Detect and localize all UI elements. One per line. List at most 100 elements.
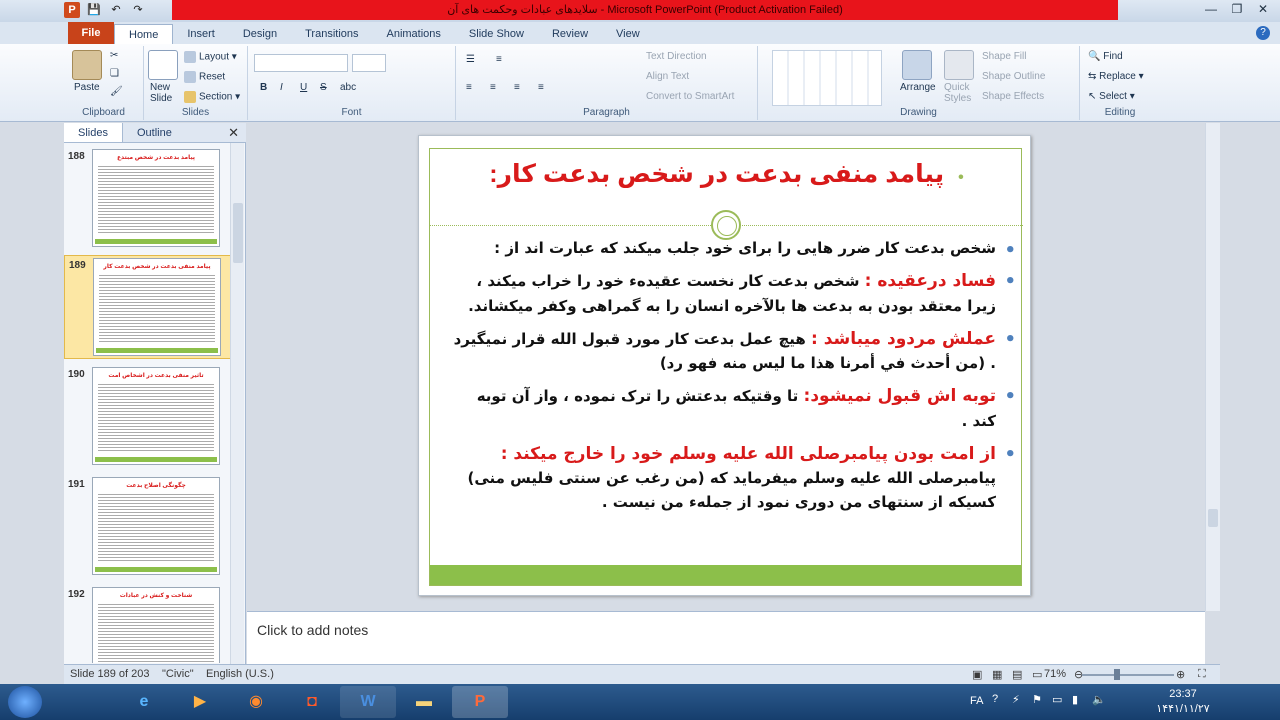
slideshow-icon[interactable]: ▭ <box>1032 668 1042 681</box>
tab-slides[interactable]: Slides <box>64 123 123 142</box>
reset-button[interactable]: Reset <box>184 71 225 83</box>
tab-insert[interactable]: Insert <box>173 24 229 44</box>
align-text-button[interactable]: Align Text <box>646 71 689 82</box>
bold-button[interactable]: B <box>260 82 267 93</box>
word-taskbar-icon[interactable]: W <box>340 686 396 718</box>
shape-fill-button[interactable]: Shape Fill <box>982 51 1026 62</box>
firefox-taskbar-icon[interactable]: ◉ <box>228 686 284 718</box>
ie-taskbar-icon[interactable]: e <box>116 686 172 718</box>
close-panel-icon[interactable]: ✕ <box>228 125 239 141</box>
text-direction-button[interactable]: Text Direction <box>646 51 707 62</box>
thumbnail-title: شناخت و کنش در عبادات <box>119 593 193 599</box>
reading-view-icon[interactable]: ▤ <box>1012 668 1022 681</box>
numbering-icon[interactable]: ≡ <box>496 54 502 65</box>
slide-thumbnail[interactable]: 188 پیامد بدعت در شخص مبتدع <box>64 147 234 251</box>
minimize-icon[interactable]: — <box>1198 0 1224 18</box>
tab-animations[interactable]: Animations <box>373 24 455 44</box>
powerpoint-app-icon[interactable]: P <box>64 2 80 18</box>
arrange-icon[interactable] <box>902 50 932 80</box>
close-icon[interactable]: ✕ <box>1250 0 1276 18</box>
help-icon[interactable]: ? <box>1256 26 1270 40</box>
slide-canvas[interactable]: •پیامد منفی بدعت در شخص بدعت کار: شخص بد… <box>418 135 1031 596</box>
clock-date: ۱۴۴۱/۱۱/۲۷ <box>1156 703 1210 715</box>
font-family-select[interactable] <box>254 54 348 72</box>
section-button[interactable]: Section ▾ <box>184 91 240 103</box>
strikethrough-button[interactable]: S <box>320 82 327 93</box>
media-player-taskbar-icon[interactable]: ▶ <box>172 686 228 718</box>
copy-icon[interactable]: ❏ <box>110 68 119 79</box>
cut-icon[interactable]: ✂ <box>110 50 118 61</box>
slide-scrollbar[interactable] <box>1205 123 1220 611</box>
ribbon-tabs: File Home Insert Design Transitions Anim… <box>0 22 1280 44</box>
language-indicator[interactable]: English (U.S.) <box>206 668 274 680</box>
save-icon[interactable]: 💾 <box>86 2 102 18</box>
status-bar: Slide 189 of 203 "Civic" English (U.S.) … <box>64 664 1220 684</box>
normal-view-icon[interactable]: ▣ <box>972 668 982 681</box>
find-button[interactable]: 🔍 Find <box>1088 51 1123 62</box>
paste-icon[interactable] <box>72 50 102 80</box>
zoom-slider[interactable] <box>1082 674 1174 676</box>
slide-thumbnail[interactable]: 191 چگونگی اصلاح بدعت <box>64 475 234 579</box>
battery-icon[interactable]: ▭ <box>1052 693 1062 706</box>
tab-design[interactable]: Design <box>229 24 291 44</box>
align-left-icon[interactable]: ≡ <box>466 82 472 93</box>
replace-button[interactable]: ⇆ Replace ▾ <box>1088 71 1144 82</box>
powerpoint-taskbar-icon[interactable]: P <box>452 686 508 718</box>
signal-icon[interactable]: ▮ <box>1072 693 1078 706</box>
slide-body[interactable]: شخص بدعت کار ضرر هایی را برای خود جلب می… <box>450 237 1016 522</box>
tab-outline[interactable]: Outline <box>123 123 186 142</box>
shape-outline-button[interactable]: Shape Outline <box>982 71 1045 82</box>
slide-thumbnail[interactable]: 190 تاثیر منفی بدعت در اشخاص امت <box>64 365 234 469</box>
bullets-icon[interactable]: ☰ <box>466 54 475 65</box>
redo-icon[interactable]: ↷ <box>130 2 146 18</box>
network-tray-icon[interactable]: ⚡ <box>1012 693 1020 706</box>
tab-file[interactable]: File <box>68 22 114 44</box>
fit-slide-icon[interactable]: ⛶ <box>1198 668 1206 681</box>
panel-scrollbar[interactable] <box>230 143 244 664</box>
shadow-button[interactable]: abc <box>340 82 356 93</box>
italic-button[interactable]: I <box>280 82 283 93</box>
shape-effects-button[interactable]: Shape Effects <box>982 91 1044 102</box>
bullet-item: شخص بدعت کار ضرر هایی را برای خود جلب می… <box>450 237 1016 265</box>
convert-smartart-button[interactable]: Convert to SmartArt <box>646 91 734 102</box>
new-slide-icon[interactable] <box>148 50 178 80</box>
zoom-in-icon[interactable]: ⊕ <box>1176 668 1185 681</box>
tray-flag-icon[interactable]: ⚑ <box>1032 693 1042 706</box>
font-size-select[interactable] <box>352 54 386 72</box>
paste-button[interactable]: Paste <box>74 82 100 93</box>
volume-icon[interactable]: 🔈 <box>1092 693 1106 706</box>
underline-button[interactable]: U <box>300 82 307 93</box>
help-tray-icon[interactable]: ? <box>992 693 998 705</box>
quick-styles-button[interactable]: Quick Styles <box>944 82 978 104</box>
tab-review[interactable]: Review <box>538 24 602 44</box>
zoom-level[interactable]: 71% <box>1044 668 1066 680</box>
start-button[interactable] <box>8 686 42 718</box>
format-painter-icon[interactable]: 🖌 <box>110 86 123 97</box>
notes-pane[interactable]: Click to add notes <box>247 611 1205 664</box>
system-clock[interactable]: 23:37 ۱۴۴۱/۱۱/۲۷ <box>1140 687 1226 717</box>
slide-sorter-icon[interactable]: ▦ <box>992 668 1002 681</box>
quick-styles-icon[interactable] <box>944 50 974 80</box>
tab-view[interactable]: View <box>602 24 654 44</box>
thumbnail-image: چگونگی اصلاح بدعت <box>92 477 220 575</box>
app-taskbar-icon[interactable]: ◘ <box>284 686 340 718</box>
slide-title[interactable]: •پیامد منفی بدعت در شخص بدعت کار: <box>430 159 1023 189</box>
zoom-slider-handle[interactable] <box>1114 669 1120 680</box>
shapes-gallery[interactable] <box>772 50 882 106</box>
tab-slide-show[interactable]: Slide Show <box>455 24 538 44</box>
arrange-button[interactable]: Arrange <box>900 82 936 93</box>
select-button[interactable]: ↖ Select ▾ <box>1088 91 1135 102</box>
align-right-icon[interactable]: ≡ <box>514 82 520 93</box>
tab-home[interactable]: Home <box>114 24 174 44</box>
justify-icon[interactable]: ≡ <box>538 82 544 93</box>
new-slide-button[interactable]: New Slide <box>150 82 180 104</box>
align-center-icon[interactable]: ≡ <box>490 82 496 93</box>
input-language[interactable]: FA <box>970 695 983 707</box>
slide-thumbnail-selected[interactable]: 189 پیامد منفی بدعت در شخص بدعت کار <box>64 255 234 359</box>
layout-button[interactable]: Layout ▾ <box>184 51 237 63</box>
tab-transitions[interactable]: Transitions <box>291 24 372 44</box>
undo-icon[interactable]: ↶ <box>108 2 124 18</box>
explorer-taskbar-icon[interactable]: ▬ <box>396 686 452 718</box>
maximize-icon[interactable]: ❐ <box>1224 0 1250 18</box>
slide-thumbnail[interactable]: 192 شناخت و کنش در عبادات <box>64 585 234 663</box>
